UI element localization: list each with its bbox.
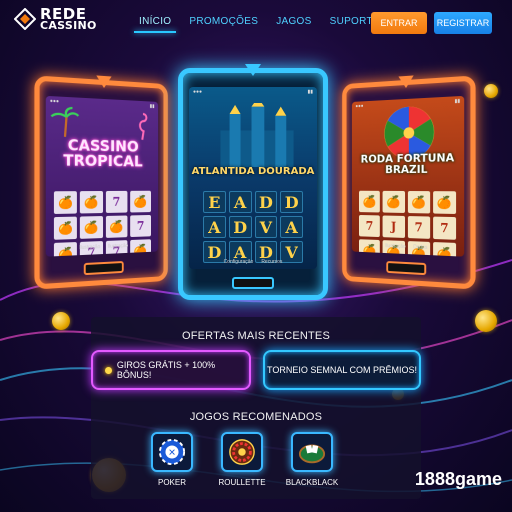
palm-tree-icon [50,104,80,138]
game-title: ATLANTIDA DOURADA [191,166,315,177]
game-title: CASSINO TROPICAL [46,136,158,171]
reel-symbol: E [203,191,226,213]
reel-symbol: A [203,216,226,238]
coin-icon [475,310,497,332]
game-control-button[interactable]: Dados [413,244,427,255]
underwater-castle-icon [220,103,294,167]
bullet-dot-icon [105,366,112,374]
game-label: POKER [157,478,186,487]
reel-symbol: 🍊 [382,190,405,213]
reel-symbol: J [382,215,405,238]
featured-game-tropical[interactable]: ●●● ▮▮ CASSINO TROPICAL 🍊 🍊 7 🍊 🍊 🍊 🍊 7 🍊… [34,75,168,290]
game-controls: Configuração Recursos [203,259,303,269]
device-badge-icon [245,64,261,76]
roulette-wheel-icon [221,432,263,472]
game-title-line2: TROPICAL [63,151,143,171]
game-control-button[interactable]: Ilustração [79,244,100,255]
reel-symbol: D [254,191,278,213]
offers-title: OFERTAS MAIS RECENTES [181,330,331,342]
offer-card-tournament[interactable]: TORNEIO SEMNAL COM PRÊMIOS! [263,350,421,390]
game-control-button[interactable]: Ilustração [108,243,128,254]
slot-reels: E A D D A D V A D A D V [203,191,303,263]
reel-symbol: 🍊 [358,190,381,213]
reel-symbol: 🍊 [129,190,152,213]
brand-line2: CASSINO [40,18,97,32]
svg-text:✕: ✕ [168,448,176,459]
game-control-button[interactable]: Recursos [261,259,282,269]
promo-panel: OFERTAS MAIS RECENTES GIROS GRÁTIS + 100… [91,317,421,499]
diamond-logo-icon [14,8,36,31]
coin-icon [52,312,70,330]
game-control-button[interactable]: Ilustração [385,243,405,254]
device-badge-icon [398,75,414,89]
featured-game-atlantida[interactable]: ●●● ▮▮ ATLANTIDA DOURADA E A D D A D V A … [178,64,328,300]
top-header: REDE CASSINO INÍCIO PROMOÇÕES JAGOS SUPO… [0,0,512,44]
reel-symbol: 🍊 [432,191,457,214]
recommended-games: ✕ POKER ROULLETTE BLACKBLACK [151,432,338,487]
game-controls: Ilustração Dados [364,242,450,256]
game-screen: ●●● ▮▮ RODA FORTUNA BRAZIL 🍊 🍊 🍊 🍊 7 J 7 … [351,95,465,257]
login-button[interactable]: ENTRAR [371,12,427,34]
main-nav: INÍCIO PROMOÇÕES JAGOS SUPORTE [130,16,389,33]
game-control-button[interactable]: Configuração [224,259,254,269]
nav-jogos[interactable]: JAGOS [267,16,320,27]
reel-symbol: 7 [129,214,152,238]
reel-symbol: 7 [358,214,381,238]
reel-symbol: 7 [105,190,128,213]
device-home-button[interactable] [83,260,124,276]
status-bar: ●●● ▮▮ [193,89,313,95]
reel-symbol: 7 [432,216,457,240]
reel-symbol: D [228,216,252,238]
featured-game-roda-fortuna[interactable]: ●●● ▮▮ RODA FORTUNA BRAZIL 🍊 🍊 🍊 🍊 7 J 7 … [342,75,476,290]
reel-symbol: 🍊 [80,191,103,214]
poker-chip-icon: ✕ [151,432,193,472]
reel-symbol: A [280,216,303,238]
game-controls: Ilustração Ilustração [60,242,146,256]
reel-symbol: 🍊 [53,191,78,214]
game-title: RODA FORTUNA BRAZIL [352,151,464,176]
nav-promocoes[interactable]: PROMOÇÕES [180,16,267,27]
offer-card-free-spins[interactable]: GIROS GRÁTIS + 100% BÔNUS! [91,350,251,390]
reel-symbol: V [254,216,278,238]
coin-icon [484,84,498,98]
reel-symbol: 🍊 [53,216,78,240]
game-tile-roulette[interactable]: ROULLETTE [218,432,266,487]
reel-symbol: 🍊 [105,215,128,238]
card-table-icon [291,432,333,472]
reel-symbol: A [228,191,252,213]
brand-logo[interactable]: REDE CASSINO [14,7,97,32]
offer-label: TORNEIO SEMNAL COM PRÊMIOS! [266,365,418,375]
reel-symbol: D [280,191,303,213]
device-home-button[interactable] [232,277,274,289]
offer-label: GIROS GRÁTIS + 100% BÔNUS! [116,360,216,380]
game-label: ROULLETTE [218,478,266,487]
game-label: BLACKBLACK [285,478,339,487]
recommended-title: JOGOS RECOMENADOS [189,411,323,423]
game-screen: ●●● ▮▮ CASSINO TROPICAL 🍊 🍊 7 🍊 🍊 🍊 🍊 7 🍊… [45,95,159,257]
watermark-text: 1888game [414,469,502,489]
game-tile-poker[interactable]: ✕ POKER [151,432,193,487]
reel-symbol: 🍊 [80,216,103,239]
nav-inicio[interactable]: INÍCIO [130,16,180,33]
game-tile-blackjack[interactable]: BLACKBLACK [286,432,338,487]
device-badge-icon [95,75,113,88]
register-button[interactable]: REGISTRAR [434,12,492,34]
reel-symbol: 7 [407,216,430,239]
flamingo-icon [133,110,153,140]
reel-symbol: 🍊 [407,191,430,214]
device-home-button[interactable] [386,260,427,276]
game-screen: ●●● ▮▮ ATLANTIDA DOURADA E A D D A D V A … [189,87,317,269]
